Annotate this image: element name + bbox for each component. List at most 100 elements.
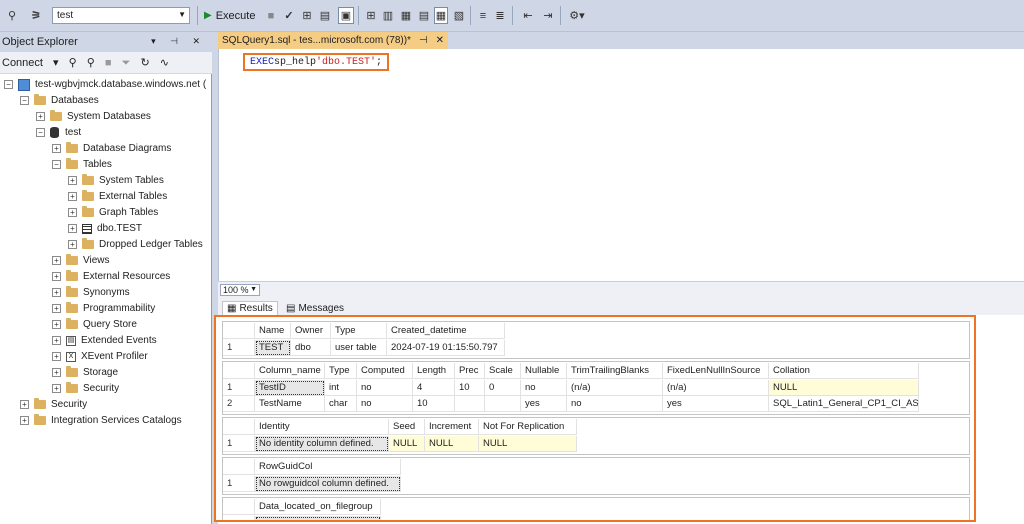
column-header[interactable]: Increment bbox=[425, 419, 479, 435]
include-plan-icon[interactable]: ⊞ bbox=[364, 7, 378, 24]
expand-icon[interactable]: + bbox=[52, 352, 61, 361]
tree-node-system-tables[interactable]: + System Tables bbox=[68, 173, 164, 188]
activity-monitor-icon[interactable]: ∿ bbox=[160, 57, 169, 69]
table-cell[interactable]: NULL bbox=[769, 380, 919, 396]
tree-node-tables[interactable]: − Tables bbox=[52, 157, 112, 172]
table-cell[interactable]: 10 bbox=[413, 396, 455, 412]
increase-indent-icon[interactable]: ⇥ bbox=[540, 7, 556, 24]
row-number[interactable] bbox=[223, 516, 255, 520]
tree-node-system-databases[interactable]: + System Databases bbox=[36, 109, 151, 124]
tree-node-extended-events[interactable]: + ▤ Extended Events bbox=[52, 333, 157, 348]
table-cell[interactable]: 0 bbox=[485, 380, 521, 396]
expand-icon[interactable]: + bbox=[36, 112, 45, 121]
table-cell[interactable]: no bbox=[521, 380, 567, 396]
collapse-icon[interactable]: − bbox=[52, 160, 61, 169]
decrease-indent-icon[interactable]: ⇤ bbox=[520, 7, 536, 24]
tree-node-external-resources[interactable]: + External Resources bbox=[52, 269, 170, 284]
expand-icon[interactable]: + bbox=[68, 240, 77, 249]
expand-icon[interactable]: + bbox=[52, 336, 61, 345]
disconnect-icon[interactable]: ⚲ bbox=[87, 57, 95, 69]
table-cell[interactable]: TestName bbox=[255, 396, 325, 412]
expand-icon[interactable]: + bbox=[52, 304, 61, 313]
row-number[interactable]: 1 bbox=[223, 436, 255, 452]
row-number[interactable]: 1 bbox=[223, 476, 255, 492]
table-cell[interactable]: no bbox=[357, 396, 413, 412]
table-cell[interactable]: no bbox=[567, 396, 663, 412]
tree-node-dbo-test[interactable]: + dbo.TEST bbox=[68, 221, 142, 236]
expand-icon[interactable]: + bbox=[68, 176, 77, 185]
intellisense-icon[interactable]: ▣ bbox=[338, 7, 354, 24]
table-cell[interactable] bbox=[485, 396, 521, 412]
column-header[interactable]: RowGuidCol bbox=[255, 459, 401, 475]
column-header[interactable]: Computed bbox=[357, 363, 413, 379]
tab-sqlquery1[interactable]: SQLQuery1.sql - tes...microsoft.com (78)… bbox=[218, 32, 449, 49]
parse-icon[interactable]: ✓ bbox=[283, 7, 295, 24]
tab-results[interactable]: ▦ Results bbox=[222, 301, 278, 315]
collapse-icon[interactable]: − bbox=[4, 80, 13, 89]
collapse-icon[interactable]: − bbox=[20, 96, 29, 105]
column-header[interactable]: Identity bbox=[255, 419, 389, 435]
expand-icon[interactable]: + bbox=[68, 192, 77, 201]
table-cell[interactable]: (n/a) bbox=[567, 380, 663, 396]
column-header[interactable]: Length bbox=[413, 363, 455, 379]
table-cell[interactable]: NULL bbox=[389, 436, 425, 452]
table-cell[interactable]: 4 bbox=[413, 380, 455, 396]
available-databases-icon[interactable]: ⚞ bbox=[28, 7, 44, 24]
connect-icon[interactable]: ⚲ bbox=[69, 57, 77, 69]
column-header[interactable]: Scale bbox=[485, 363, 521, 379]
table-cell[interactable]: int bbox=[325, 380, 357, 396]
column-header[interactable]: Not For Replication bbox=[479, 419, 577, 435]
column-header[interactable]: Column_name bbox=[255, 363, 325, 379]
expand-icon[interactable]: + bbox=[52, 256, 61, 265]
tree-node-programmability[interactable]: + Programmability bbox=[52, 301, 155, 316]
expand-icon[interactable]: + bbox=[68, 208, 77, 217]
collapse-icon[interactable]: − bbox=[36, 128, 45, 137]
tree-node-databases[interactable]: − Databases bbox=[20, 93, 99, 108]
table-cell[interactable]: NULL bbox=[479, 436, 577, 452]
column-header[interactable]: Type bbox=[325, 363, 357, 379]
tree-node-external-tables[interactable]: + External Tables bbox=[68, 189, 167, 204]
table-cell[interactable]: yes bbox=[521, 396, 567, 412]
table-cell[interactable]: 10 bbox=[455, 380, 485, 396]
table-cell[interactable]: No identity column defined. bbox=[255, 436, 389, 452]
table-cell[interactable] bbox=[255, 516, 381, 520]
table-cell[interactable]: char bbox=[325, 396, 357, 412]
refresh-icon[interactable]: ↻ bbox=[140, 57, 149, 69]
results-to-file-icon[interactable]: ▧ bbox=[452, 7, 466, 24]
table-cell[interactable]: yes bbox=[663, 396, 769, 412]
tree-node-storage[interactable]: + Storage bbox=[52, 365, 118, 380]
table-cell[interactable]: dbo bbox=[291, 340, 331, 356]
expand-icon[interactable]: + bbox=[52, 288, 61, 297]
stop-icon[interactable]: ■ bbox=[105, 57, 112, 69]
results-to-text-icon[interactable]: ▤ bbox=[417, 7, 431, 24]
table-cell[interactable]: SQL_Latin1_General_CP1_CI_AS bbox=[769, 396, 919, 412]
expand-icon[interactable]: + bbox=[20, 400, 29, 409]
row-number[interactable]: 1 bbox=[223, 380, 255, 396]
filter-icon[interactable]: ⚲ bbox=[6, 7, 18, 24]
expand-icon[interactable]: + bbox=[52, 272, 61, 281]
expand-icon[interactable]: + bbox=[52, 384, 61, 393]
tree-node-xevent-profiler[interactable]: + X XEvent Profiler bbox=[52, 349, 148, 364]
tree-node-views[interactable]: + Views bbox=[52, 253, 110, 268]
close-icon[interactable]: ✕ bbox=[436, 35, 444, 46]
uncomment-icon[interactable]: ≣ bbox=[493, 7, 507, 24]
connect-button[interactable]: Connect ▾ bbox=[2, 57, 59, 69]
table-cell[interactable]: TestID bbox=[255, 380, 325, 396]
table-cell[interactable] bbox=[455, 396, 485, 412]
tab-messages[interactable]: ▤ Messages bbox=[282, 301, 348, 315]
query-editor[interactable]: EXEC sp_help 'dbo.TEST'; bbox=[218, 49, 1024, 281]
zoom-selector[interactable]: 100 % ▼ bbox=[220, 284, 260, 296]
tree-node-query-store[interactable]: + Query Store bbox=[52, 317, 137, 332]
sql-statement[interactable]: EXEC sp_help 'dbo.TEST'; bbox=[243, 53, 390, 71]
table-cell[interactable]: 2024-07-19 01:15:50.797 bbox=[387, 340, 505, 356]
column-header[interactable]: Data_located_on_filegroup bbox=[255, 499, 381, 515]
column-header[interactable]: Nullable bbox=[521, 363, 567, 379]
expand-icon[interactable]: + bbox=[52, 320, 61, 329]
tree-node-security-db[interactable]: + Security bbox=[52, 381, 119, 396]
pin-icon[interactable]: ⊣ bbox=[419, 35, 428, 46]
panel-controls[interactable]: ▾ ⊣ ✕ bbox=[151, 36, 206, 47]
live-stats-icon[interactable]: ▥ bbox=[381, 7, 395, 24]
tree-node-integration-services[interactable]: + Integration Services Catalogs bbox=[20, 413, 182, 428]
expand-icon[interactable]: + bbox=[52, 368, 61, 377]
column-header[interactable]: Seed bbox=[389, 419, 425, 435]
